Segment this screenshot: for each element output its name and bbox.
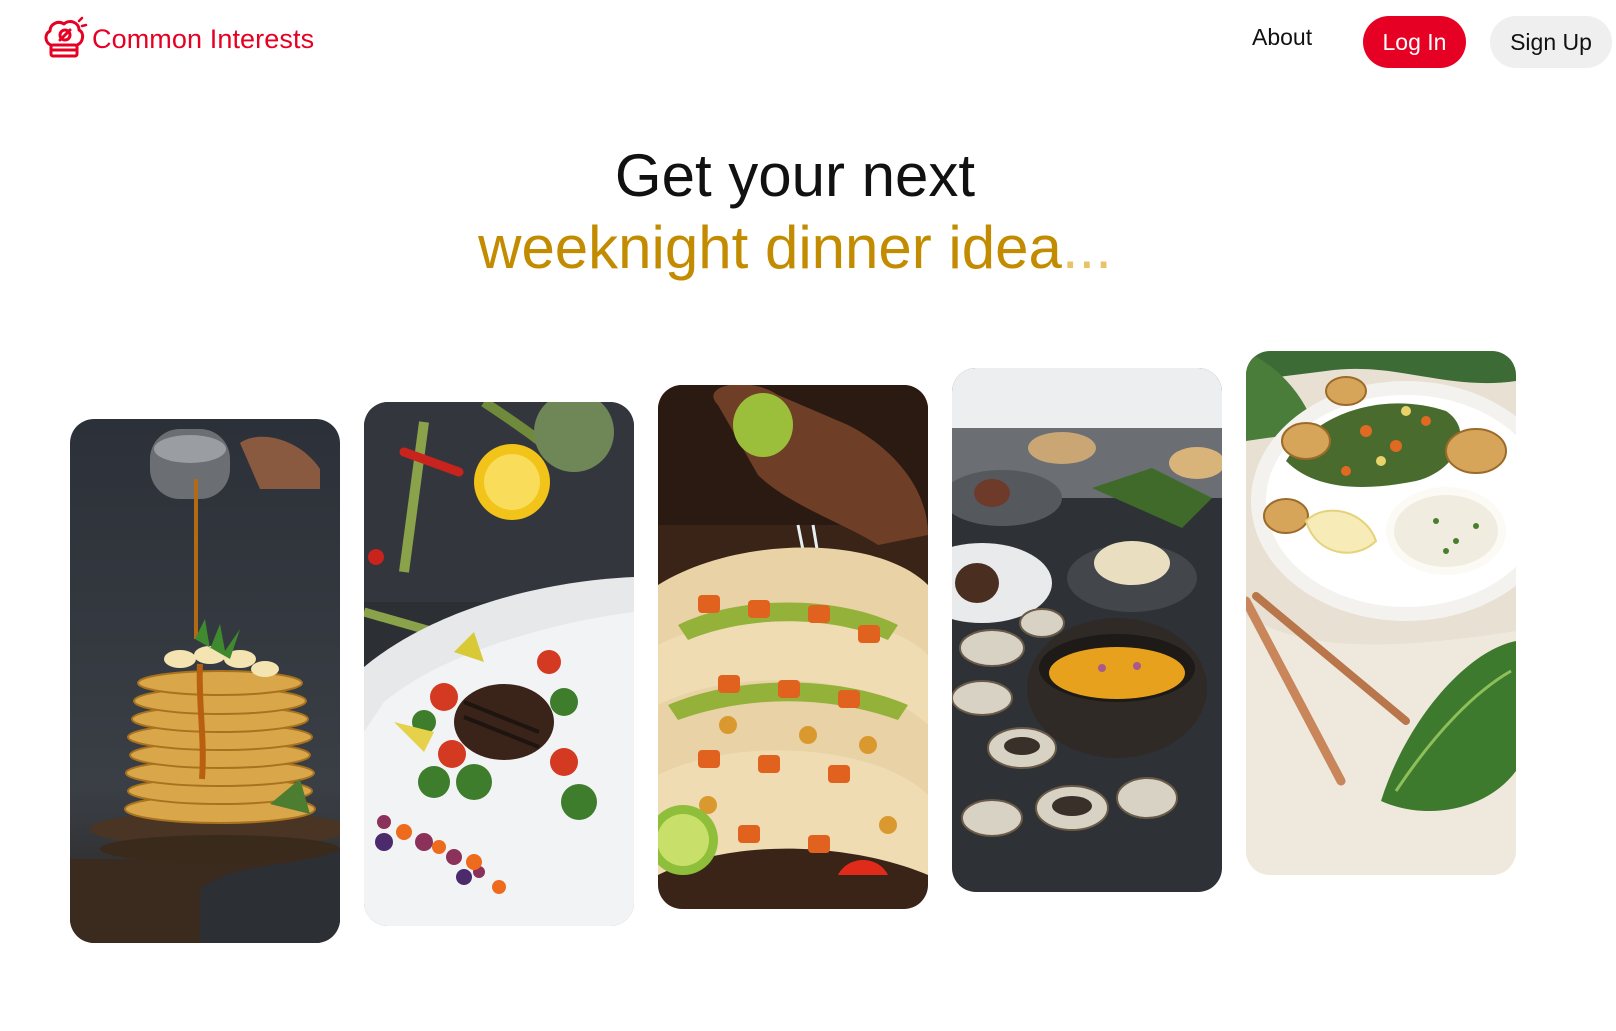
tacos-lime-photo-icon	[658, 385, 928, 909]
pancakes-syrup-photo-icon	[70, 419, 340, 943]
hero-topic: weeknight dinner idea	[478, 214, 1062, 281]
food-card-tacos[interactable]	[658, 385, 928, 909]
steak-vegetables-plate-photo-icon	[364, 402, 634, 926]
hero-rotating-text: weeknight dinner idea...	[0, 212, 1590, 284]
fish-greens-plate-photo-icon	[1246, 351, 1516, 875]
signup-button[interactable]: Sign Up	[1490, 16, 1612, 68]
hero-heading: Get your next	[614, 142, 976, 209]
brand-name: Common Interests	[92, 23, 315, 54]
food-card-clams-soup[interactable]	[952, 368, 1222, 892]
chef-hat-icon	[44, 16, 88, 58]
clams-soup-table-photo-icon	[952, 368, 1222, 892]
food-card-fish-greens[interactable]	[1246, 351, 1516, 875]
hero-ellipsis: ...	[1061, 214, 1112, 281]
food-card-pancakes[interactable]	[70, 419, 340, 943]
food-card-steak[interactable]	[364, 402, 634, 926]
landing-page: Common Interests About Log In Sign Up Ge…	[0, 0, 1616, 1031]
brand-logo-link[interactable]: Common Interests	[40, 14, 314, 64]
login-button[interactable]: Log In	[1363, 16, 1466, 68]
top-header: Common Interests About Log In Sign Up	[0, 0, 1616, 88]
about-link[interactable]: About	[1252, 24, 1312, 51]
